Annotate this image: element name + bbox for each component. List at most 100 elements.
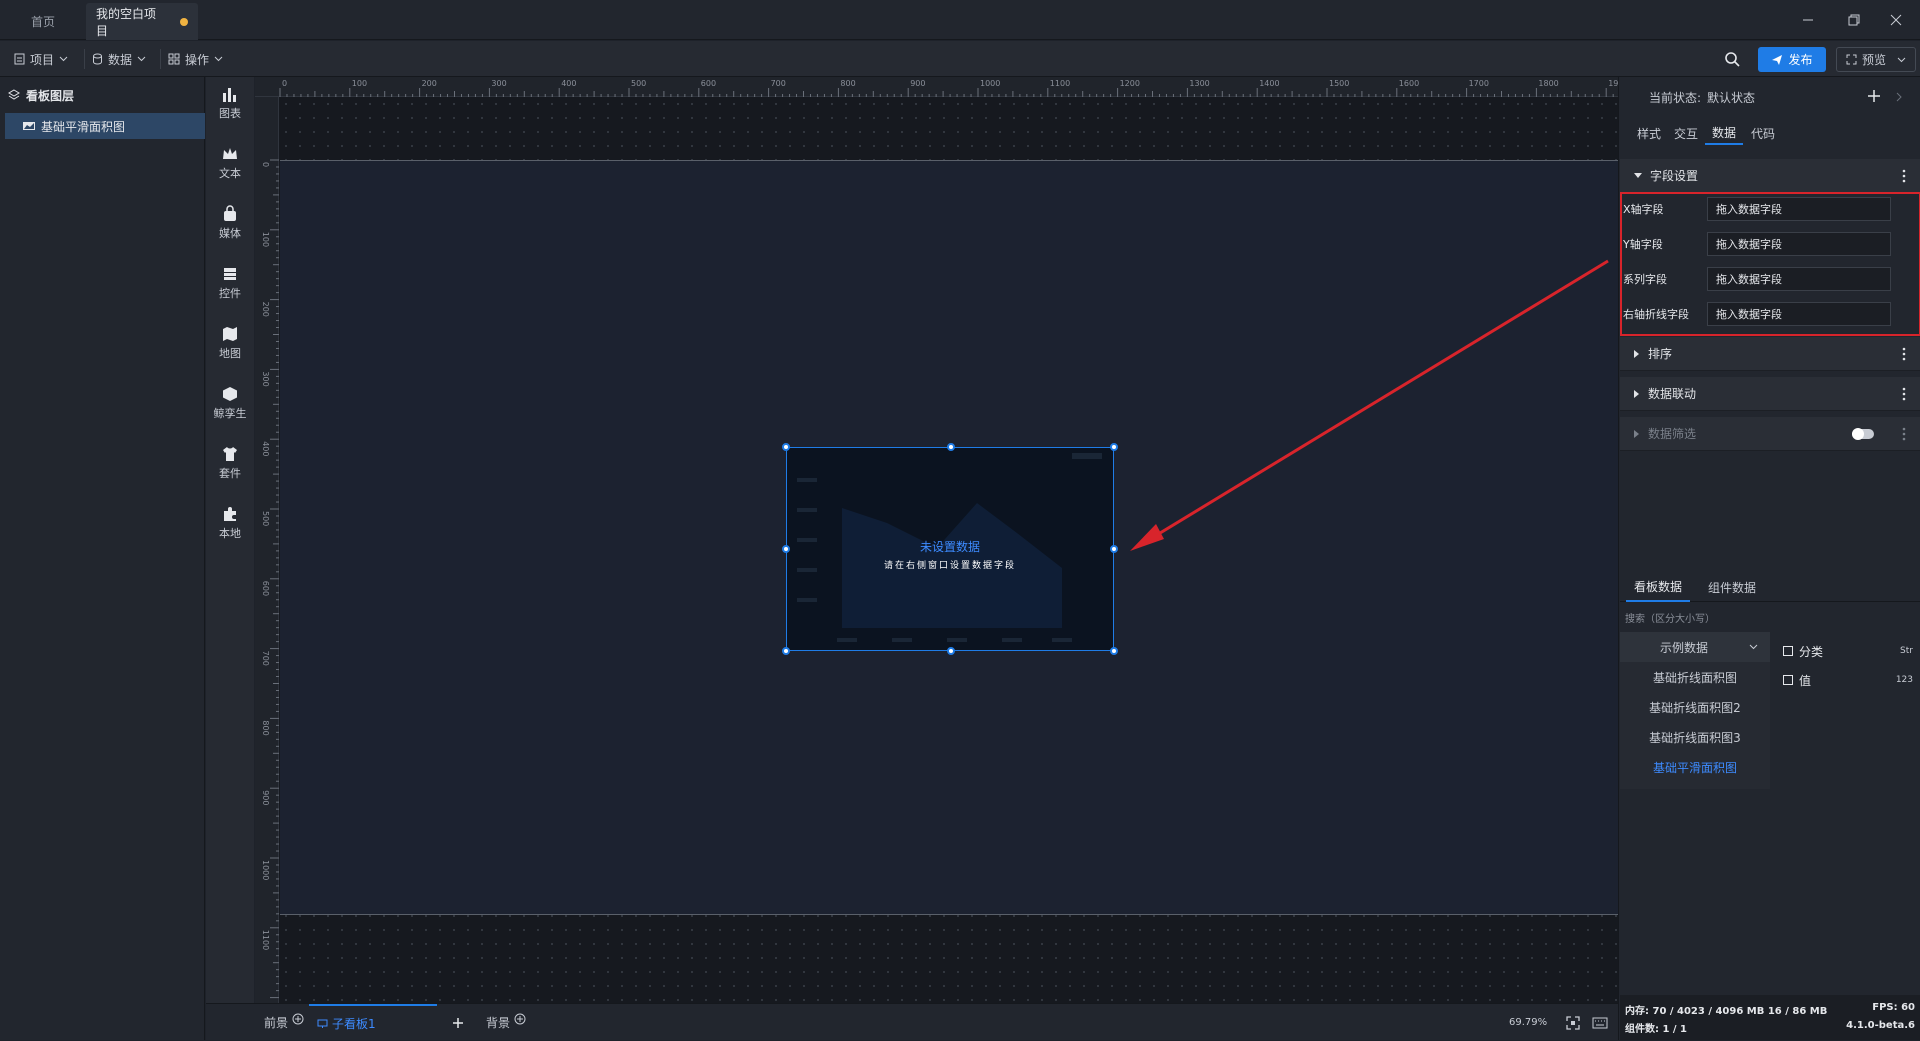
ruler-label: 1800 xyxy=(1538,79,1558,88)
tab-style[interactable]: 样式 xyxy=(1637,121,1661,145)
layer-item[interactable]: 基础平滑面积图 xyxy=(5,113,205,139)
component-chart-label: 图表 xyxy=(219,107,241,120)
annotation-arrow xyxy=(1130,259,1609,551)
component-kit[interactable]: 套件 xyxy=(206,437,254,489)
preview-label: 预览 xyxy=(1861,53,1886,67)
section-data-link[interactable]: 数据联动 xyxy=(1620,377,1920,411)
menu-data[interactable]: 数据 xyxy=(92,41,146,77)
ruler-label: 700 xyxy=(771,79,786,88)
dataset-item[interactable]: 基础折线面积图 xyxy=(1620,662,1770,692)
publish-button[interactable]: 发布 xyxy=(1758,47,1826,72)
resize-handle[interactable] xyxy=(782,647,790,655)
add-state-button[interactable] xyxy=(1867,89,1881,106)
checkbox[interactable] xyxy=(1783,675,1793,685)
keyboard-icon xyxy=(1592,1017,1608,1029)
fps-status: FPS: 60 xyxy=(1872,1002,1915,1013)
ruler-label: 1100 xyxy=(261,930,270,950)
more-icon[interactable] xyxy=(1902,427,1906,441)
dataset-search-input[interactable]: 搜索（区分大小写） xyxy=(1625,610,1715,625)
chevron-down-icon xyxy=(137,56,146,62)
menu-project[interactable]: 项目 xyxy=(14,41,68,77)
section-data-filter[interactable]: 数据筛选 xyxy=(1620,417,1920,451)
tab-background[interactable]: 背景 xyxy=(486,1004,526,1041)
more-icon[interactable] xyxy=(1902,387,1906,401)
tab-board-data[interactable]: 看板数据 xyxy=(1626,572,1691,602)
tab-home[interactable]: 首页 xyxy=(10,3,76,40)
component-chart[interactable]: 图表 xyxy=(206,77,254,129)
filter-toggle[interactable] xyxy=(1852,428,1874,440)
tab-home-label: 首页 xyxy=(30,15,55,29)
section-sort[interactable]: 排序 xyxy=(1620,337,1920,371)
tab-code[interactable]: 代码 xyxy=(1751,121,1775,145)
properties-panel: 当前状态: 默认状态 样式 交互 数据 代码 字段设置 X轴字段 拖入数据字段 … xyxy=(1618,77,1920,1040)
chevron-down-icon xyxy=(1749,644,1758,650)
minimize-button[interactable] xyxy=(1788,6,1828,34)
ruler-label: 900 xyxy=(910,79,925,88)
bag-icon xyxy=(224,205,236,221)
ruler-left: 0 100 200 300 400 500 600 700 800 900 1000 1100 xyxy=(255,97,279,1003)
column-value[interactable]: 值 123 xyxy=(1783,669,1913,691)
more-icon[interactable] xyxy=(1902,347,1906,361)
component-map[interactable]: 地图 xyxy=(206,317,254,369)
column-category[interactable]: 分类 Str xyxy=(1783,640,1913,662)
state-value[interactable]: 默认状态 xyxy=(1707,89,1755,106)
collapse-panel-button[interactable] xyxy=(1896,91,1902,105)
dataset-item-selected[interactable]: 基础平滑面积图 xyxy=(1620,752,1770,782)
component-twin-label: 鲸孪生 xyxy=(213,407,247,420)
add-circle-icon[interactable] xyxy=(514,1013,526,1025)
tab-component-data[interactable]: 组件数据 xyxy=(1700,572,1764,602)
resize-handle[interactable] xyxy=(1110,647,1118,655)
bar-chart-icon xyxy=(223,88,236,102)
fit-screen-button[interactable] xyxy=(1566,1016,1580,1033)
tab-background-label: 背景 xyxy=(486,1016,511,1030)
component-text[interactable]: 文本 xyxy=(206,137,254,189)
resize-handle[interactable] xyxy=(1110,443,1118,451)
plus-icon xyxy=(1868,90,1880,102)
preview-button[interactable]: 预览 xyxy=(1836,47,1916,72)
component-text-label: 文本 xyxy=(219,167,241,180)
ruler-label: 1700 xyxy=(1469,79,1489,88)
ruler-label: 900 xyxy=(261,790,270,805)
tab-sub-board[interactable]: 子看板1 xyxy=(309,1004,437,1041)
zoom-level[interactable]: 69.79% xyxy=(1509,1004,1547,1041)
dataset-item[interactable]: 基础折线面积图2 xyxy=(1620,692,1770,722)
more-icon[interactable] xyxy=(1902,169,1906,183)
resize-handle[interactable] xyxy=(947,647,955,655)
keyboard-button[interactable] xyxy=(1592,1017,1608,1032)
divider xyxy=(160,49,161,69)
section-sort-title: 排序 xyxy=(1648,347,1673,361)
component-twin[interactable]: 鲸孪生 xyxy=(206,377,254,429)
dataset-item[interactable]: 基础折线面积图3 xyxy=(1620,722,1770,752)
tab-data[interactable]: 数据 xyxy=(1705,121,1743,145)
ruler-label: 200 xyxy=(261,302,270,317)
section-field-settings[interactable]: 字段设置 xyxy=(1620,159,1920,193)
dataset-group-header[interactable]: 示例数据 xyxy=(1620,632,1770,662)
search-button[interactable] xyxy=(1724,51,1740,70)
caret-right-icon xyxy=(1634,349,1639,358)
chart-widget[interactable]: 未设置数据 请在右侧窗口设置数据字段 xyxy=(782,443,1118,655)
add-circle-icon[interactable] xyxy=(292,1013,304,1025)
stack-icon xyxy=(224,268,236,280)
puzzle-icon xyxy=(224,507,236,521)
component-media[interactable]: 媒体 xyxy=(206,197,254,249)
resize-handle[interactable] xyxy=(1110,545,1118,553)
checkbox[interactable] xyxy=(1783,646,1793,656)
component-local[interactable]: 本地 xyxy=(206,497,254,549)
status-row-2: 组件数: 1 / 1 4.1.0-beta.6 xyxy=(1625,1020,1915,1035)
status-row-1: 内存: 70 / 4023 / 4096 MB 16 / 86 MB FPS: … xyxy=(1625,1002,1915,1017)
component-control-label: 控件 xyxy=(219,287,241,300)
ruler-label: 600 xyxy=(701,79,716,88)
resize-handle[interactable] xyxy=(782,443,790,451)
tab-foreground[interactable]: 前景 xyxy=(264,1004,304,1041)
component-control[interactable]: 控件 xyxy=(206,257,254,309)
restore-button[interactable] xyxy=(1834,6,1874,34)
layers-icon xyxy=(8,89,20,100)
menu-operate[interactable]: 操作 xyxy=(168,41,223,77)
close-button[interactable] xyxy=(1876,6,1916,34)
resize-handle[interactable] xyxy=(947,443,955,451)
resize-handle[interactable] xyxy=(782,545,790,553)
tab-interaction[interactable]: 交互 xyxy=(1674,121,1698,145)
ruler-label: 1600 xyxy=(1399,79,1419,88)
add-board-button[interactable] xyxy=(452,1004,464,1041)
tab-project[interactable]: 我的空白项目 xyxy=(86,3,198,40)
